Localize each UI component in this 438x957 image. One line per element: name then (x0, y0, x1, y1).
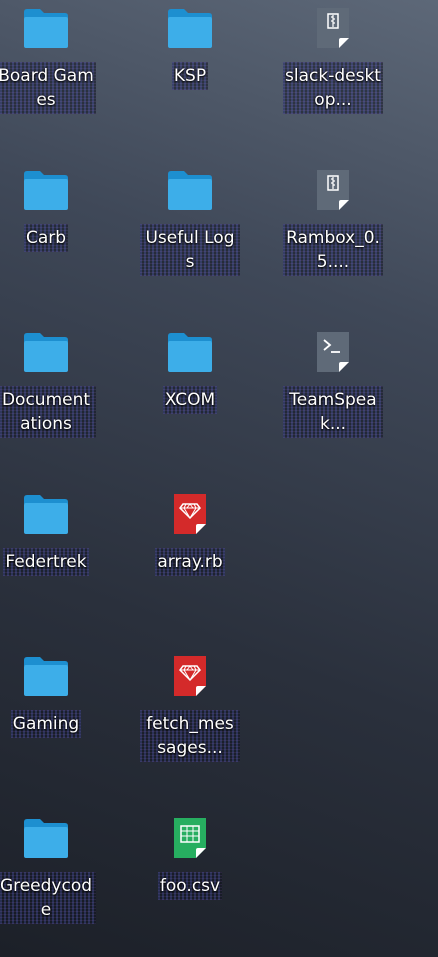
desktop-item-board-games[interactable]: Board Games (0, 4, 101, 114)
folder-icon (22, 490, 70, 538)
desktop-item-gaming[interactable]: Gaming (0, 652, 101, 738)
desktop-item-slack-desktop[interactable]: slack-desktop... (278, 4, 388, 114)
desktop-item-rambox[interactable]: Rambox_0.5.... (278, 166, 388, 276)
desktop-item-carb[interactable]: Carb (0, 166, 101, 252)
item-label: KSP (172, 62, 208, 90)
folder-icon (22, 328, 70, 376)
desktop: Board Games KSP slack-desktop... Carb Us… (0, 0, 438, 957)
item-label: Federtrek (3, 548, 88, 576)
spreadsheet-icon (166, 814, 214, 862)
item-label: Documentations (0, 386, 96, 438)
item-label: Board Games (0, 62, 96, 114)
item-label: slack-desktop... (283, 62, 383, 114)
item-label: fetch_messages... (140, 710, 240, 762)
archive-icon (309, 4, 357, 52)
desktop-item-ksp[interactable]: KSP (135, 4, 245, 90)
folder-icon (22, 652, 70, 700)
item-label: foo.csv (158, 872, 222, 900)
item-label: array.rb (155, 548, 224, 576)
ruby-file-icon (166, 490, 214, 538)
desktop-item-useful-logs[interactable]: Useful Logs (135, 166, 245, 276)
archive-icon (309, 166, 357, 214)
desktop-item-teamspeak[interactable]: TeamSpeak... (278, 328, 388, 438)
ruby-file-icon (166, 652, 214, 700)
desktop-item-federtrek[interactable]: Federtrek (0, 490, 101, 576)
item-label: Gaming (11, 710, 81, 738)
folder-icon (166, 4, 214, 52)
folder-icon (22, 814, 70, 862)
folder-icon (22, 4, 70, 52)
terminal-script-icon (309, 328, 357, 376)
item-label: Useful Logs (140, 224, 240, 276)
desktop-item-foo-csv[interactable]: foo.csv (135, 814, 245, 900)
desktop-item-xcom[interactable]: XCOM (135, 328, 245, 414)
item-label: TeamSpeak... (283, 386, 383, 438)
item-label: Carb (24, 224, 68, 252)
item-label: XCOM (163, 386, 217, 414)
desktop-item-array-rb[interactable]: array.rb (135, 490, 245, 576)
folder-icon (166, 328, 214, 376)
desktop-item-greedycode[interactable]: Greedycode (0, 814, 101, 924)
item-label: Rambox_0.5.... (283, 224, 383, 276)
item-label: Greedycode (0, 872, 96, 924)
folder-icon (166, 166, 214, 214)
desktop-item-documentations[interactable]: Documentations (0, 328, 101, 438)
folder-icon (22, 166, 70, 214)
desktop-item-fetch-messages[interactable]: fetch_messages... (135, 652, 245, 762)
